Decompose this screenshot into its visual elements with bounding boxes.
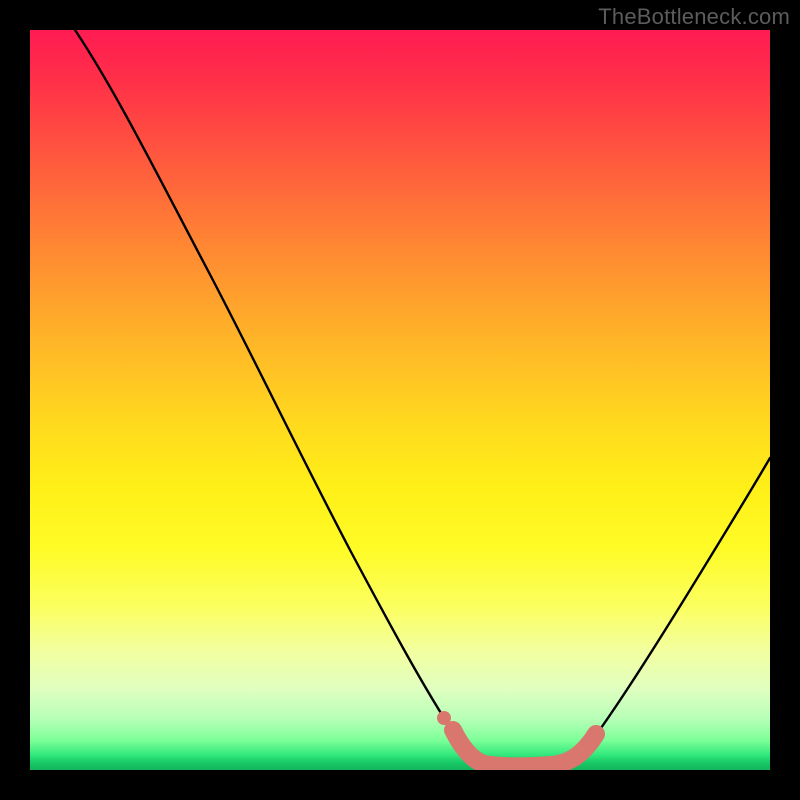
chart-svg bbox=[30, 30, 770, 770]
bottleneck-curve bbox=[75, 30, 770, 767]
plot-area bbox=[30, 30, 770, 770]
optimal-range-highlight bbox=[453, 730, 596, 766]
chart-stage: TheBottleneck.com bbox=[0, 0, 800, 800]
highlight-start-dot bbox=[437, 711, 451, 725]
watermark-text: TheBottleneck.com bbox=[598, 4, 790, 30]
